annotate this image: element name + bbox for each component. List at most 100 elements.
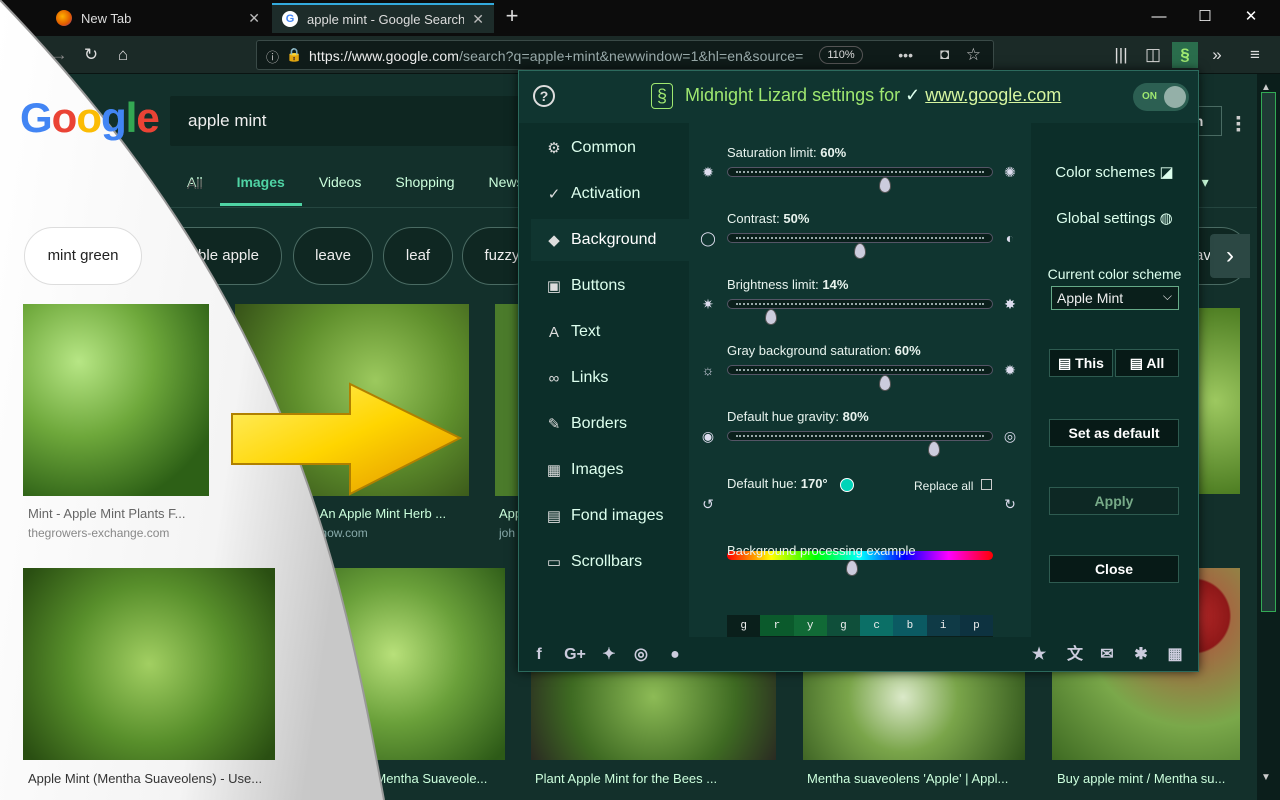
page-scrollbar[interactable]: ▲ ▼ [1257,74,1280,800]
delete-this-button[interactable]: ▤ This [1049,349,1113,377]
facebook-icon[interactable]: f [529,645,549,665]
close-tab-icon[interactable]: ✕ [248,10,260,27]
slider-thumb[interactable] [878,177,891,193]
slider-thumb[interactable] [765,309,778,325]
instagram-icon[interactable]: ◎ [631,645,651,665]
chip-leave[interactable]: leave [293,227,373,285]
color-scheme-select[interactable]: Apple Mint ⌵ [1051,286,1179,310]
menu-item-fond-images[interactable]: ▤ Fond images [531,495,689,537]
slider-thumb[interactable] [927,441,940,457]
tab-new-tab[interactable]: New Tab ✕ [46,3,270,33]
sidebar-icon[interactable]: ◫ [1140,42,1166,68]
reload-button[interactable]: ↻ [78,42,104,68]
twitter-icon[interactable]: ✦ [599,645,619,665]
google-logo-light[interactable]: Google [20,94,160,142]
new-tab-button[interactable]: + [500,4,524,30]
scroll-down-icon[interactable]: ▼ [1261,772,1271,783]
image-result-light[interactable] [23,304,209,496]
image-caption[interactable]: How To Grow An Apple Mint Herb ... [239,506,467,521]
menu-item-scrollbars[interactable]: ▭ Scrollbars [531,541,689,583]
chip-double-apple[interactable]: double apple [150,227,282,285]
info-icon[interactable]: ⓘ [266,47,279,66]
url-text[interactable]: https://www.google.com/search?q=apple+mi… [309,48,839,64]
back-button[interactable]: ← [12,42,38,68]
google-plus-icon[interactable]: G+ [561,645,589,665]
image-caption[interactable]: App [499,506,519,521]
chip-mint-green-light[interactable]: mint green [24,227,142,285]
image-caption[interactable]: Plant Apple Mint for the Bees ... [535,771,775,786]
replace-all-checkbox[interactable] [981,479,992,490]
slider-track[interactable] [727,167,993,177]
apps-grid-icon[interactable]: ▪ ▪ ▪ [1236,110,1241,136]
library-icon[interactable]: ||| [1108,42,1134,68]
image-result[interactable] [235,304,469,496]
image-caption[interactable]: Apple Mint (Mentha Suaveole... [306,771,502,786]
url-bar[interactable]: ⓘ 🔒 https://www.google.com/search?q=appl… [256,40,994,70]
image-result[interactable] [495,304,519,496]
menu-item-links[interactable]: ∞ Links [531,357,689,399]
global-settings-link[interactable]: Global settings ◍ [1031,209,1198,227]
translate-icon[interactable]: 文 [1065,645,1085,665]
menu-item-activation[interactable]: ✓ Activation [531,173,689,215]
minimize-button[interactable]: — [1136,0,1182,34]
overflow-menu-icon[interactable]: » [1204,42,1230,68]
chip-leaf[interactable]: leaf [383,227,453,285]
close-button[interactable]: Close [1049,555,1179,583]
menu-item-buttons[interactable]: ▣ Buttons [531,265,689,307]
bookmark-star-icon[interactable]: ☆ [966,45,981,65]
hamburger-menu-icon[interactable]: ≡ [1242,42,1268,68]
slider-track[interactable] [727,233,993,243]
help-icon[interactable]: ? [533,85,555,107]
slider-thumb[interactable] [854,243,866,259]
mail-icon[interactable]: ✉ [1097,645,1117,665]
scrollbar-thumb[interactable] [1261,92,1276,612]
github-icon[interactable]: ● [665,645,685,665]
tab-all-light[interactable]: All [187,176,203,192]
slider-track[interactable] [727,365,993,375]
home-button[interactable]: ⌂ [110,42,136,68]
close-window-button[interactable]: ✕ [1228,0,1274,34]
site-link[interactable]: www.google.com [925,85,1061,105]
image-result[interactable] [302,568,505,760]
tab-apple-mint[interactable]: G apple mint - Google Search ✕ [272,3,494,33]
menu-item-text[interactable]: A Text [531,311,689,353]
delete-all-button[interactable]: ▤ All [1115,349,1179,377]
maximize-button[interactable]: ☐ [1182,0,1228,34]
slider-track[interactable] [727,299,993,309]
bug-icon[interactable]: ✱ [1131,645,1151,665]
slider-thumb[interactable] [878,375,891,391]
slider-track[interactable] [727,431,993,441]
image-caption[interactable]: Mentha suaveolens 'Apple' | Appl... [807,771,1022,786]
menu-item-common[interactable]: ⚙ Common [531,127,689,169]
hue-color-swatch[interactable] [840,478,854,492]
tab-videos[interactable]: Videos [302,162,379,206]
image-result-light[interactable] [23,568,275,760]
star-icon[interactable]: ★ [1029,645,1049,665]
pocket-icon[interactable]: ◘ [940,46,949,63]
menu-item-background[interactable]: ◆ Background [531,219,689,261]
forward-button[interactable]: → [46,42,72,68]
image-result[interactable] [803,670,1025,760]
chips-next-chevron-icon[interactable]: › [1210,234,1250,278]
tab-images[interactable]: Images [219,162,302,206]
color-schemes-link[interactable]: Color schemes ◪ [1031,163,1198,181]
enable-toggle[interactable]: ON [1133,83,1189,111]
apply-button[interactable]: Apply [1049,487,1179,515]
page-actions-icon[interactable]: ••• [898,47,913,63]
changelog-icon[interactable]: ▦ [1165,645,1185,665]
tab-shopping[interactable]: Shopping [378,162,471,206]
close-tab-icon[interactable]: ✕ [472,11,484,28]
menu-item-images[interactable]: ▦ Images [531,449,689,491]
image-result[interactable] [1199,308,1240,494]
image-caption-light[interactable]: Apple Mint (Mentha Suaveolens) - Use... [28,771,273,786]
zoom-indicator[interactable]: 110% [819,46,863,64]
google-favicon-icon: G [282,11,298,27]
image-result[interactable] [531,670,776,760]
set-as-default-button[interactable]: Set as default [1049,419,1179,447]
menu-item-borders[interactable]: ✎ Borders [531,403,689,445]
image-caption-light[interactable]: Mint - Apple Mint Plants F... [28,506,208,521]
image-caption[interactable]: Buy apple mint / Mentha su... [1057,771,1237,786]
hue-slider-thumb[interactable] [846,560,859,576]
contrast-low-icon: ◯ [700,230,716,246]
midnight-lizard-extension-icon[interactable]: § [1172,42,1198,68]
